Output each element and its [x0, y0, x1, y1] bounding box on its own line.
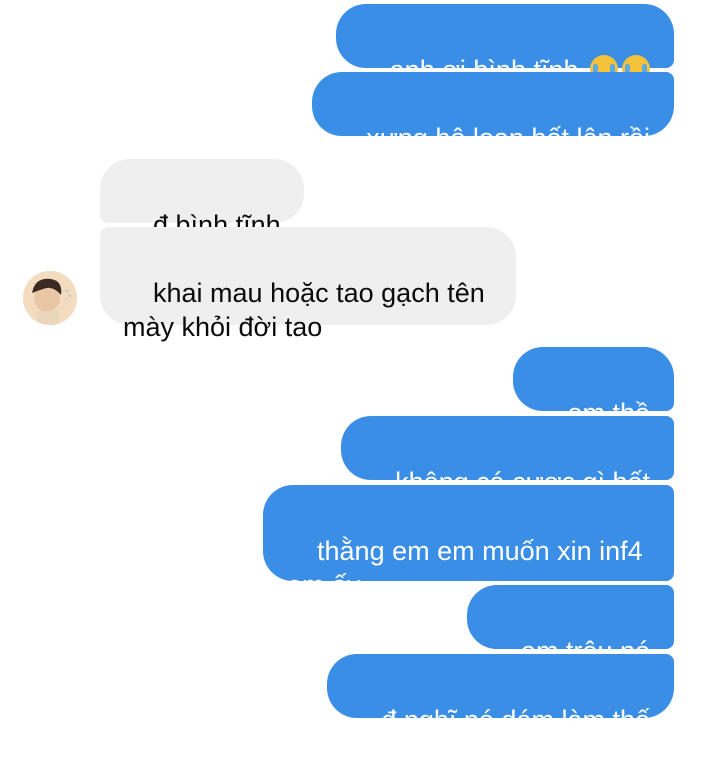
message-bubble-outgoing[interactable]: thằng em em muốn xin inf4 em ấy: [263, 485, 674, 600]
contact-avatar[interactable]: [23, 271, 77, 325]
message-bubble-incoming[interactable]: khai mau hoặc tao gạch tên mày khỏi đời …: [100, 227, 516, 342]
message-bubble-outgoing[interactable]: không cá cược gì hết: [341, 416, 674, 497]
message-text: khai mau hoặc tao gạch tên mày khỏi đời …: [123, 278, 485, 342]
message-bubble-outgoing[interactable]: anh ơi bình tĩnh: [335, 4, 674, 85]
message-bubble-outgoing[interactable]: em trêu nó: [466, 585, 674, 666]
message-bubble-outgoing[interactable]: em thề: [513, 347, 674, 428]
chat-thread: anh ơi bình tĩnh xưng hô loạn hết lên rồ…: [0, 0, 720, 735]
avatar-image: [23, 271, 77, 325]
message-bubble-incoming[interactable]: đ bình tĩnh: [100, 159, 304, 240]
message-bubble-outgoing[interactable]: đ nghĩ nó dám làm thế: [327, 654, 674, 735]
message-text: đ nghĩ nó dám làm thế: [381, 705, 650, 735]
message-text: xưng hô loạn hết lên rồi: [366, 123, 650, 153]
message-bubble-outgoing[interactable]: xưng hô loạn hết lên rồi: [312, 72, 674, 153]
